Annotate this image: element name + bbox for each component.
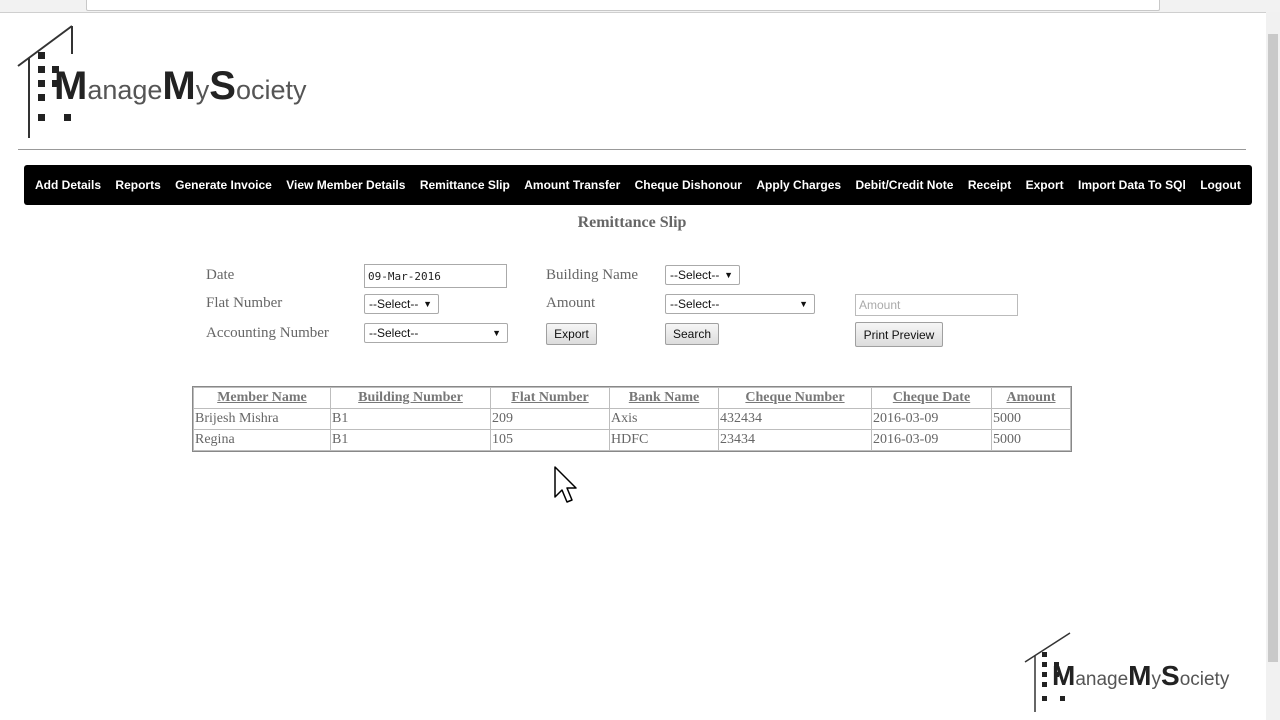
table-cell: HDFC [609,429,719,451]
table-cell: 432434 [718,408,872,430]
footer-logo[interactable]: ManageMySociety [1024,632,1229,714]
column-header[interactable]: Building Number [330,387,491,409]
chevron-down-icon: ▼ [724,270,733,280]
date-label: Date [206,267,235,283]
amount-label: Amount [546,295,596,311]
nav-export[interactable]: Export [1026,178,1064,192]
table-row: Brijesh Mishra B1 209 Axis 432434 2016-0… [193,408,1071,430]
accounting-number-label: Accounting Number [206,325,329,341]
table-cell: 2016-03-09 [871,408,992,430]
header-divider [18,149,1246,150]
table-cell: 23434 [718,429,872,451]
main-navbar: Add Details Reports Generate Invoice Vie… [24,165,1252,205]
nav-receipt[interactable]: Receipt [968,178,1011,192]
table-cell: Axis [609,408,719,430]
amount-select[interactable]: --Select-- ▼ [665,294,815,314]
remittance-table: Member Name Building Number Flat Number … [192,386,1072,452]
accounting-number-select[interactable]: --Select-- ▼ [364,323,508,343]
table-cell: 209 [490,408,610,430]
column-header[interactable]: Cheque Number [718,387,872,409]
page-scrollbar[interactable] [1266,12,1280,720]
amount-input[interactable] [855,294,1018,316]
column-header[interactable]: Flat Number [490,387,610,409]
nav-remittance-slip[interactable]: Remittance Slip [420,178,510,192]
table-cell: Brijesh Mishra [193,408,331,430]
nav-cheque-dishonour[interactable]: Cheque Dishonour [635,178,742,192]
building-name-value: --Select-- [670,268,720,282]
browser-toolbar [0,0,1280,13]
logo-text: ManageMySociety [54,64,307,108]
table-cell: Regina [193,429,331,451]
logo-text: ManageMySociety [1052,660,1230,691]
nav-amount-transfer[interactable]: Amount Transfer [524,178,620,192]
flat-number-value: --Select-- [369,297,419,311]
table-header-row: Member Name Building Number Flat Number … [193,387,1071,409]
scrollbar-thumb[interactable] [1268,34,1278,662]
amount-select-value: --Select-- [670,297,720,311]
table-cell: 2016-03-09 [871,429,992,451]
chevron-down-icon: ▼ [799,299,808,309]
nav-import-data-to-sql[interactable]: Import Data To SQl [1078,178,1186,192]
export-button[interactable]: Export [546,323,597,345]
nav-debit-credit-note[interactable]: Debit/Credit Note [855,178,953,192]
accounting-number-value: --Select-- [369,326,419,340]
table-cell: 5000 [991,408,1071,430]
table-cell: B1 [330,429,491,451]
flat-number-select[interactable]: --Select-- ▼ [364,294,439,314]
nav-generate-invoice[interactable]: Generate Invoice [175,178,272,192]
nav-logout[interactable]: Logout [1200,178,1241,192]
address-bar[interactable] [86,0,1160,11]
print-preview-button[interactable]: Print Preview [855,322,943,347]
page-title: Remittance Slip [577,214,687,231]
table-cell: B1 [330,408,491,430]
column-header[interactable]: Member Name [193,387,331,409]
building-name-label: Building Name [546,267,639,283]
site-logo[interactable]: ManageMySociety [16,24,306,140]
nav-view-member-details[interactable]: View Member Details [286,178,405,192]
building-name-select[interactable]: --Select-- ▼ [665,265,740,285]
table-cell: 105 [490,429,610,451]
date-field[interactable] [364,264,507,288]
flat-number-label: Flat Number [206,295,283,311]
search-button[interactable]: Search [665,323,719,345]
chevron-down-icon: ▼ [492,328,501,338]
column-header[interactable]: Cheque Date [871,387,992,409]
column-header[interactable]: Amount [991,387,1071,409]
mouse-cursor-icon [554,466,577,503]
nav-apply-charges[interactable]: Apply Charges [756,178,841,192]
chevron-down-icon: ▼ [423,299,432,309]
table-cell: 5000 [991,429,1071,451]
column-header[interactable]: Bank Name [609,387,719,409]
nav-add-details[interactable]: Add Details [35,178,101,192]
nav-reports[interactable]: Reports [115,178,160,192]
table-row: Regina B1 105 HDFC 23434 2016-03-09 5000 [193,429,1071,451]
